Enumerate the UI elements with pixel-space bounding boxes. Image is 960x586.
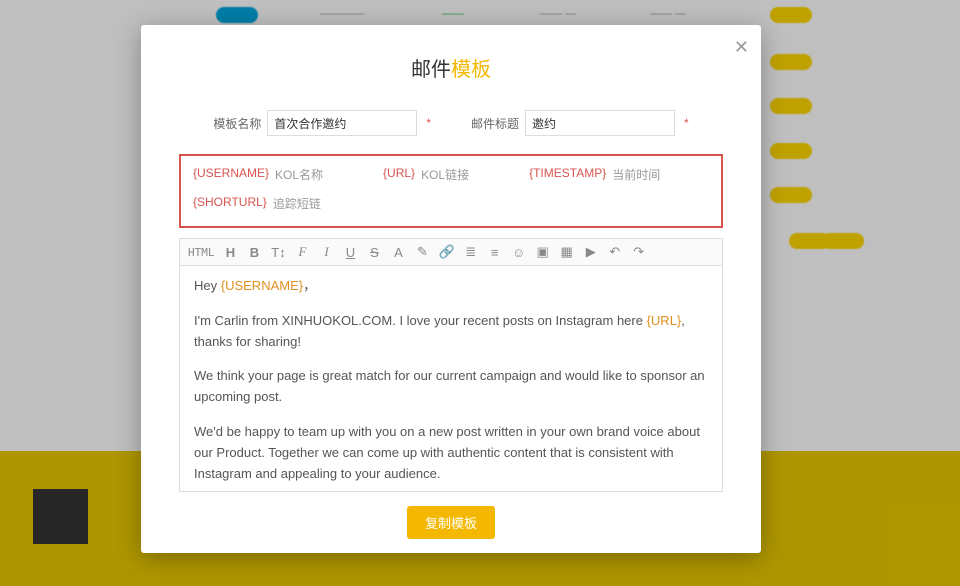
template-name-input[interactable]	[267, 110, 417, 136]
toolbar-ul-button[interactable]: ≡	[487, 245, 503, 260]
close-button[interactable]: ✕	[734, 37, 749, 58]
toolbar-link-button[interactable]: 🔗	[439, 244, 455, 260]
toolbar-html-button[interactable]: HTML	[188, 246, 215, 259]
toolbar-emoji-button[interactable]: ☺	[511, 245, 527, 260]
toolbar-strike-button[interactable]: S	[367, 245, 383, 260]
form-row: 模板名称 * 邮件标题 *	[141, 110, 761, 136]
editor-content[interactable]: Hey {USERNAME}， I'm Carlin from XINHUOKO…	[180, 266, 722, 491]
toolbar-ol-button[interactable]: ≣	[463, 244, 479, 260]
toolbar-undo-button[interactable]: ↶	[607, 244, 623, 260]
toolbar-italic-button[interactable]: I	[319, 244, 335, 260]
modal-title: 邮件模板	[141, 53, 761, 82]
required-marker: *	[426, 116, 431, 130]
toolbar-image-button[interactable]: ▣	[535, 244, 551, 260]
email-template-modal: ✕ 邮件模板 模板名称 * 邮件标题 * {USERNAME}KOL名称 {UR…	[141, 25, 761, 553]
var-shorturl: {SHORTURL}追踪短链	[193, 195, 321, 212]
toolbar-bold-button[interactable]: B	[247, 245, 263, 260]
toolbar-video-button[interactable]: ▶	[583, 244, 599, 260]
toolbar-heading-button[interactable]: H	[223, 245, 239, 260]
required-marker: *	[684, 116, 689, 130]
email-subject-label: 邮件标题	[471, 115, 519, 132]
toolbar-redo-button[interactable]: ↷	[631, 244, 647, 260]
variables-box: {USERNAME}KOL名称 {URL}KOL链接 {TIMESTAMP}当前…	[179, 154, 723, 228]
toolbar-color-button[interactable]: A	[391, 245, 407, 260]
editor-toolbar: HTML H B T↕ F I U S A ✎ 🔗 ≣ ≡ ☺ ▣ ▦ ▶ ↶ …	[180, 239, 722, 266]
var-username: {USERNAME}KOL名称	[193, 166, 323, 183]
var-url: {URL}KOL链接	[383, 166, 469, 183]
toolbar-font-button[interactable]: F	[295, 244, 311, 260]
close-icon: ✕	[734, 37, 749, 57]
toolbar-table-button[interactable]: ▦	[559, 244, 575, 260]
template-name-label: 模板名称	[213, 115, 261, 132]
toolbar-underline-button[interactable]: U	[343, 245, 359, 260]
rich-text-editor: HTML H B T↕ F I U S A ✎ 🔗 ≣ ≡ ☺ ▣ ▦ ▶ ↶ …	[179, 238, 723, 492]
toolbar-fontsize-button[interactable]: T↕	[271, 245, 287, 260]
toolbar-highlight-button[interactable]: ✎	[415, 244, 431, 260]
copy-template-button[interactable]: 复制模板	[407, 506, 495, 539]
var-timestamp: {TIMESTAMP}当前时间	[529, 166, 660, 183]
email-subject-input[interactable]	[525, 110, 675, 136]
